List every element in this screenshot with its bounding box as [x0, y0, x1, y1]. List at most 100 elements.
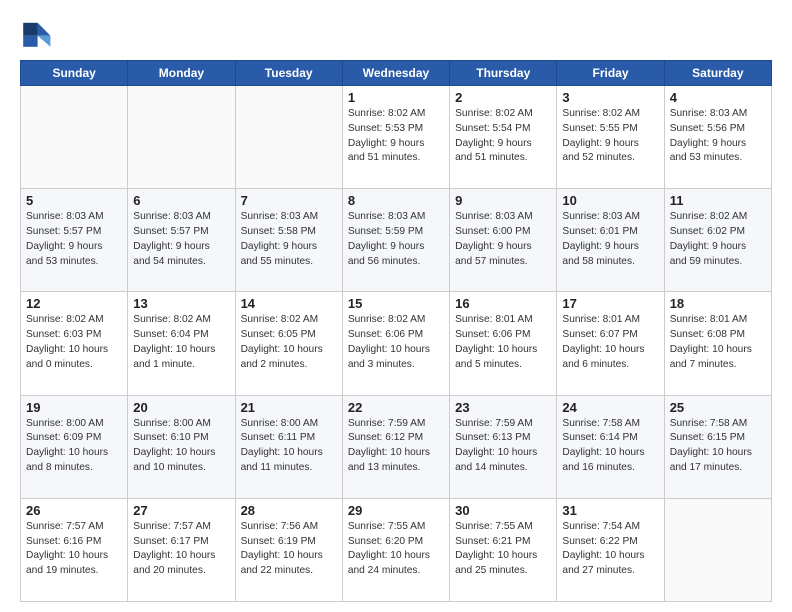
day-info: Sunrise: 8:02 AM Sunset: 5:54 PM Dayligh… [455, 107, 552, 166]
day-number: 16 [455, 296, 552, 311]
day-number: 17 [562, 296, 659, 311]
day-info: Sunrise: 7:59 AM Sunset: 6:13 PM Dayligh… [455, 417, 552, 476]
day-number: 26 [26, 503, 123, 518]
day-number: 20 [133, 400, 230, 415]
calendar-cell: 5Sunrise: 8:03 AM Sunset: 5:57 PM Daylig… [21, 189, 128, 292]
calendar-cell [21, 86, 128, 189]
calendar-cell [235, 86, 342, 189]
day-info: Sunrise: 8:02 AM Sunset: 6:03 PM Dayligh… [26, 313, 123, 372]
calendar-cell: 28Sunrise: 7:56 AM Sunset: 6:19 PM Dayli… [235, 498, 342, 601]
day-number: 29 [348, 503, 445, 518]
day-number: 19 [26, 400, 123, 415]
calendar-cell: 24 Sunrise: 7:58 AM Sunset: 6:14 PM Dayli… [557, 395, 664, 498]
calendar-cell: 31 Sunrise: 7:54 AM Sunset: 6:22 PM Dayli… [557, 498, 664, 601]
calendar-cell: 10 Sunrise: 8:03 AM Sunset: 6:01 PM Dayli… [557, 189, 664, 292]
day-info: Sunrise: 7:57 AM Sunset: 6:17 PM Dayligh… [133, 520, 230, 579]
week-row-2: 12 Sunrise: 8:02 AM Sunset: 6:03 PM Dayli… [21, 292, 772, 395]
calendar-cell: 29 Sunrise: 7:55 AM Sunset: 6:20 PM Dayli… [342, 498, 449, 601]
calendar-cell: 19 Sunrise: 8:00 AM Sunset: 6:09 PM Dayli… [21, 395, 128, 498]
calendar-cell: 25Sunrise: 7:58 AM Sunset: 6:15 PM Dayli… [664, 395, 771, 498]
day-number: 7 [241, 193, 338, 208]
day-info: Sunrise: 7:54 AM Sunset: 6:22 PM Dayligh… [562, 520, 659, 579]
day-number: 30 [455, 503, 552, 518]
day-number: 15 [348, 296, 445, 311]
week-row-1: 5 Sunrise: 8:03 AM Sunset: 5:57 PM Daylig… [21, 189, 772, 292]
calendar-cell: 21 Sunrise: 8:00 AM Sunset: 6:11 PM Dayli… [235, 395, 342, 498]
day-info: Sunrise: 8:02 AM Sunset: 6:05 PM Dayligh… [241, 313, 338, 372]
weekday-header-wednesday: Wednesday [342, 61, 449, 86]
day-info: Sunrise: 8:01 AM Sunset: 6:08 PM Dayligh… [670, 313, 767, 372]
day-info: Sunrise: 8:03 AM Sunset: 5:56 PM Dayligh… [670, 107, 767, 166]
calendar-cell: 30 Sunrise: 7:55 AM Sunset: 6:21 PM Dayli… [450, 498, 557, 601]
day-number: 8 [348, 193, 445, 208]
calendar-cell: 23 Sunrise: 7:59 AM Sunset: 6:13 PM Dayli… [450, 395, 557, 498]
day-info: Sunrise: 7:55 AM Sunset: 6:21 PM Dayligh… [455, 520, 552, 579]
day-info: Sunrise: 8:03 AM Sunset: 5:57 PM Dayligh… [133, 210, 230, 269]
day-info: Sunrise: 8:02 AM Sunset: 6:02 PM Dayligh… [670, 210, 767, 269]
week-row-3: 19 Sunrise: 8:00 AM Sunset: 6:09 PM Dayli… [21, 395, 772, 498]
day-number: 22 [348, 400, 445, 415]
day-number: 11 [670, 193, 767, 208]
calendar-table: SundayMondayTuesdayWednesdayThursdayFrid… [20, 60, 772, 602]
day-info: Sunrise: 7:55 AM Sunset: 6:20 PM Dayligh… [348, 520, 445, 579]
day-info: Sunrise: 8:03 AM Sunset: 5:58 PM Dayligh… [241, 210, 338, 269]
day-info: Sunrise: 8:01 AM Sunset: 6:07 PM Dayligh… [562, 313, 659, 372]
day-number: 14 [241, 296, 338, 311]
calendar-cell: 2 Sunrise: 8:02 AM Sunset: 5:54 PM Daylig… [450, 86, 557, 189]
calendar-cell: 4 Sunrise: 8:03 AM Sunset: 5:56 PM Daylig… [664, 86, 771, 189]
day-number: 10 [562, 193, 659, 208]
calendar-cell: 13 Sunrise: 8:02 AM Sunset: 6:04 PM Dayli… [128, 292, 235, 395]
calendar-cell: 15 Sunrise: 8:02 AM Sunset: 6:06 PM Dayli… [342, 292, 449, 395]
day-number: 23 [455, 400, 552, 415]
day-number: 3 [562, 90, 659, 105]
calendar-cell: 22 Sunrise: 7:59 AM Sunset: 6:12 PM Dayli… [342, 395, 449, 498]
calendar-cell: 16 Sunrise: 8:01 AM Sunset: 6:06 PM Dayli… [450, 292, 557, 395]
day-info: Sunrise: 8:01 AM Sunset: 6:06 PM Dayligh… [455, 313, 552, 372]
day-number: 21 [241, 400, 338, 415]
calendar-cell: 18Sunrise: 8:01 AM Sunset: 6:08 PM Dayli… [664, 292, 771, 395]
day-info: Sunrise: 8:03 AM Sunset: 5:59 PM Dayligh… [348, 210, 445, 269]
calendar-cell: 3Sunrise: 8:02 AM Sunset: 5:55 PM Daylig… [557, 86, 664, 189]
weekday-header-monday: Monday [128, 61, 235, 86]
logo [20, 18, 56, 50]
weekday-header-friday: Friday [557, 61, 664, 86]
week-row-4: 26 Sunrise: 7:57 AM Sunset: 6:16 PM Dayli… [21, 498, 772, 601]
calendar-cell: 1Sunrise: 8:02 AM Sunset: 5:53 PM Daylig… [342, 86, 449, 189]
calendar-cell: 20 Sunrise: 8:00 AM Sunset: 6:10 PM Dayli… [128, 395, 235, 498]
day-number: 12 [26, 296, 123, 311]
calendar-cell: 9Sunrise: 8:03 AM Sunset: 6:00 PM Daylig… [450, 189, 557, 292]
calendar-cell: 14 Sunrise: 8:02 AM Sunset: 6:05 PM Dayli… [235, 292, 342, 395]
calendar-cell [664, 498, 771, 601]
page: SundayMondayTuesdayWednesdayThursdayFrid… [0, 0, 792, 612]
day-info: Sunrise: 7:58 AM Sunset: 6:14 PM Dayligh… [562, 417, 659, 476]
weekday-header-sunday: Sunday [21, 61, 128, 86]
day-number: 13 [133, 296, 230, 311]
day-info: Sunrise: 8:03 AM Sunset: 6:01 PM Dayligh… [562, 210, 659, 269]
calendar-cell: 17 Sunrise: 8:01 AM Sunset: 6:07 PM Dayli… [557, 292, 664, 395]
logo-icon [20, 18, 52, 50]
weekday-header-thursday: Thursday [450, 61, 557, 86]
calendar-cell: 27Sunrise: 7:57 AM Sunset: 6:17 PM Dayli… [128, 498, 235, 601]
day-number: 31 [562, 503, 659, 518]
day-number: 4 [670, 90, 767, 105]
weekday-header-saturday: Saturday [664, 61, 771, 86]
day-info: Sunrise: 8:03 AM Sunset: 6:00 PM Dayligh… [455, 210, 552, 269]
calendar-cell: 11 Sunrise: 8:02 AM Sunset: 6:02 PM Dayli… [664, 189, 771, 292]
calendar-cell: 26 Sunrise: 7:57 AM Sunset: 6:16 PM Dayli… [21, 498, 128, 601]
weekday-header-row: SundayMondayTuesdayWednesdayThursdayFrid… [21, 61, 772, 86]
day-number: 6 [133, 193, 230, 208]
day-info: Sunrise: 7:59 AM Sunset: 6:12 PM Dayligh… [348, 417, 445, 476]
day-info: Sunrise: 8:02 AM Sunset: 6:06 PM Dayligh… [348, 313, 445, 372]
day-info: Sunrise: 8:00 AM Sunset: 6:11 PM Dayligh… [241, 417, 338, 476]
day-info: Sunrise: 8:00 AM Sunset: 6:10 PM Dayligh… [133, 417, 230, 476]
calendar-cell: 8 Sunrise: 8:03 AM Sunset: 5:59 PM Daylig… [342, 189, 449, 292]
day-number: 2 [455, 90, 552, 105]
day-info: Sunrise: 7:57 AM Sunset: 6:16 PM Dayligh… [26, 520, 123, 579]
calendar-cell: 6 Sunrise: 8:03 AM Sunset: 5:57 PM Daylig… [128, 189, 235, 292]
day-number: 28 [241, 503, 338, 518]
calendar-cell: 12 Sunrise: 8:02 AM Sunset: 6:03 PM Dayli… [21, 292, 128, 395]
day-info: Sunrise: 8:00 AM Sunset: 6:09 PM Dayligh… [26, 417, 123, 476]
day-number: 24 [562, 400, 659, 415]
day-info: Sunrise: 8:02 AM Sunset: 6:04 PM Dayligh… [133, 313, 230, 372]
day-number: 5 [26, 193, 123, 208]
